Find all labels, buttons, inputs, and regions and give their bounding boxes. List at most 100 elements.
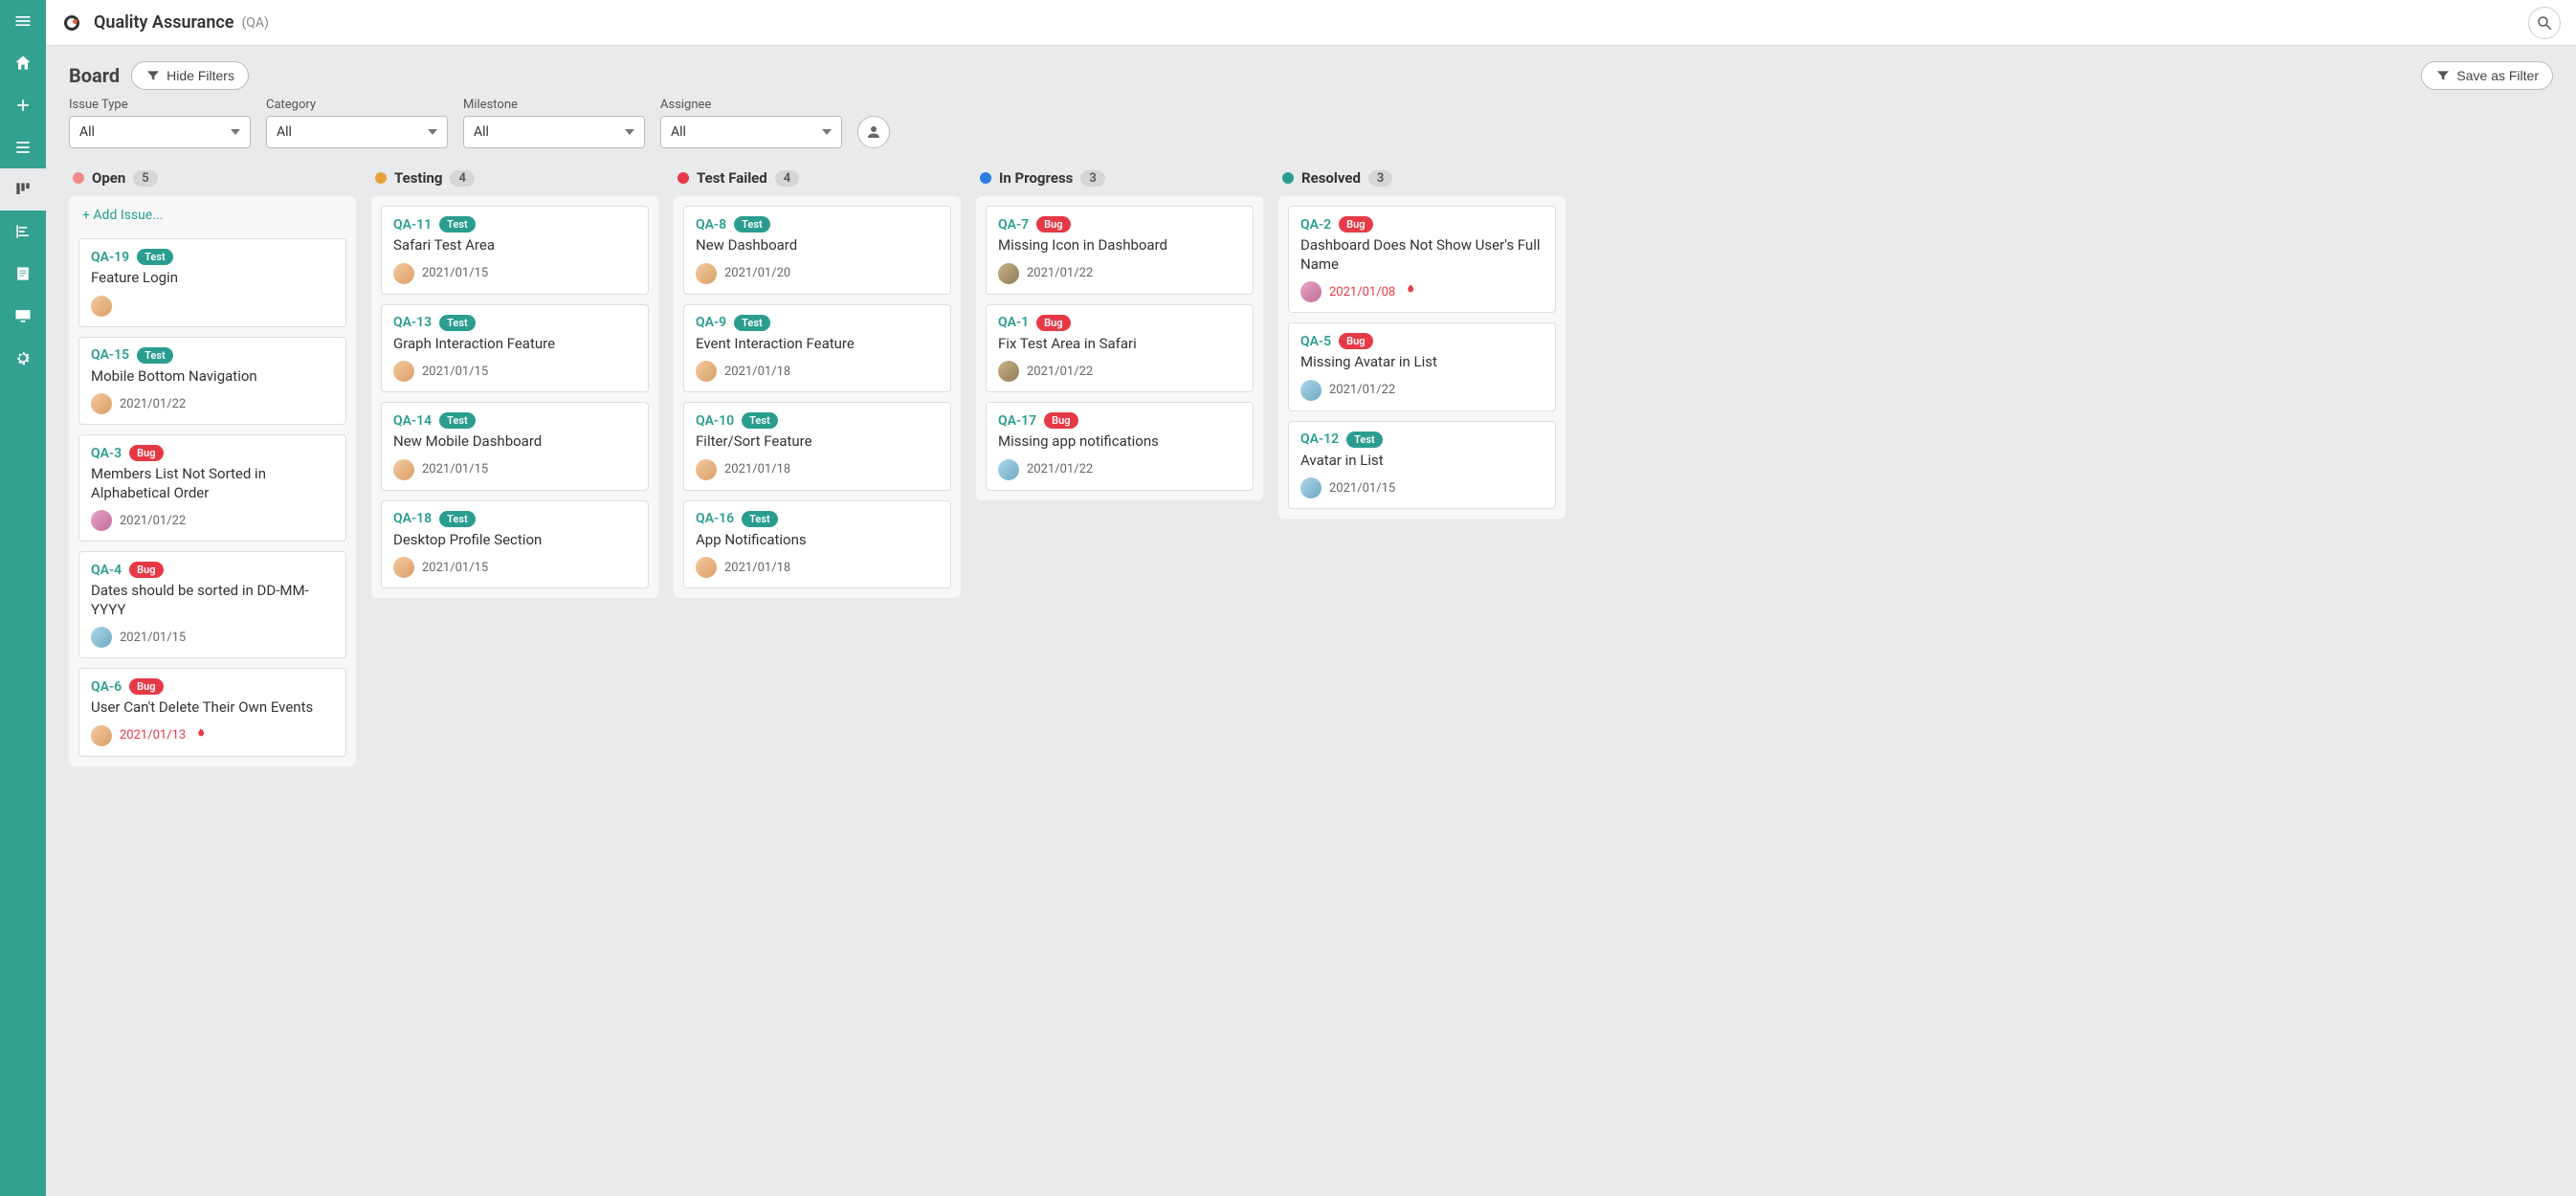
issue-card[interactable]: QA-14TestNew Mobile Dashboard2021/01/15	[381, 402, 649, 491]
issue-card[interactable]: QA-19TestFeature Login	[78, 238, 346, 327]
card-tag: Bug	[1044, 412, 1077, 429]
card-tag: Test	[742, 412, 778, 429]
search-icon	[2536, 14, 2553, 32]
card-date: 2021/01/15	[422, 561, 488, 575]
card-key: QA-16	[696, 511, 734, 526]
filter-value-milestone: All	[474, 124, 489, 140]
assignee-avatar	[393, 557, 414, 578]
user-icon	[865, 123, 882, 141]
card-date: 2021/01/15	[120, 631, 186, 645]
filter-plus-icon	[2435, 68, 2451, 83]
card-date: 2021/01/15	[1329, 481, 1395, 496]
status-dot-icon	[1282, 172, 1294, 184]
card-date: 2021/01/18	[724, 365, 790, 379]
issue-card[interactable]: QA-13TestGraph Interaction Feature2021/0…	[381, 304, 649, 393]
issue-card[interactable]: QA-6BugUser Can't Delete Their Own Event…	[78, 668, 346, 757]
issue-card[interactable]: QA-18TestDesktop Profile Section2021/01/…	[381, 500, 649, 589]
card-title: Mobile Bottom Navigation	[91, 367, 334, 387]
column-count: 4	[450, 170, 474, 187]
filter-bar: Issue Type All Category All Milestone	[69, 98, 2553, 148]
filter-select-category[interactable]: All	[266, 116, 448, 148]
card-title: Safari Test Area	[393, 236, 636, 255]
filter-value-assignee: All	[671, 124, 686, 140]
card-tag: Bug	[129, 445, 163, 461]
flame-icon	[1403, 283, 1416, 300]
save-filter-button[interactable]: Save as Filter	[2421, 61, 2553, 90]
card-title: Desktop Profile Section	[393, 531, 636, 550]
filter-select-assignee[interactable]: All	[660, 116, 842, 148]
assignee-avatar	[696, 557, 717, 578]
column-body: QA-8TestNew Dashboard2021/01/20 QA-9TestE…	[674, 196, 961, 598]
chevron-down-icon	[428, 129, 437, 135]
issue-card[interactable]: QA-2BugDashboard Does Not Show User's Fu…	[1288, 206, 1556, 313]
card-title: Filter/Sort Feature	[696, 432, 939, 452]
issue-card[interactable]: QA-1BugFix Test Area in Safari2021/01/22	[986, 304, 1254, 393]
assignee-avatar	[696, 459, 717, 480]
board-icon[interactable]	[0, 168, 46, 210]
issue-card[interactable]: QA-4BugDates should be sorted in DD-MM-Y…	[78, 551, 346, 658]
status-dot-icon	[677, 172, 689, 184]
assignee-avatar	[91, 510, 112, 531]
issue-card[interactable]: QA-15TestMobile Bottom Navigation2021/01…	[78, 337, 346, 426]
settings-icon[interactable]	[0, 337, 46, 379]
add-icon[interactable]	[0, 84, 46, 126]
home-icon[interactable]	[0, 42, 46, 84]
search-button[interactable]	[2528, 7, 2561, 39]
card-key: QA-13	[393, 315, 432, 330]
hide-filters-button[interactable]: Hide Filters	[131, 61, 249, 90]
filter-me-button[interactable]	[857, 116, 890, 148]
filter-select-milestone[interactable]: All	[463, 116, 645, 148]
issue-card[interactable]: QA-5BugMissing Avatar in List2021/01/22	[1288, 322, 1556, 411]
menu-icon[interactable]	[0, 0, 46, 42]
assignee-avatar	[1300, 281, 1321, 302]
board-column: Resolved3 QA-2BugDashboard Does Not Show …	[1278, 166, 1566, 519]
issue-card[interactable]: QA-16TestApp Notifications2021/01/18	[683, 500, 951, 589]
filter-label-category: Category	[266, 98, 448, 112]
gantt-icon[interactable]	[0, 210, 46, 253]
card-key: QA-10	[696, 413, 734, 429]
add-issue-button[interactable]: + Add Issue...	[78, 206, 346, 229]
card-tag: Bug	[1036, 216, 1070, 233]
card-key: QA-5	[1300, 334, 1331, 349]
card-date: 2021/01/22	[120, 397, 186, 411]
card-key: QA-19	[91, 250, 129, 265]
card-title: Graph Interaction Feature	[393, 335, 636, 354]
filter-icon	[145, 68, 161, 83]
assignee-avatar	[696, 361, 717, 382]
issue-card[interactable]: QA-10TestFilter/Sort Feature2021/01/18	[683, 402, 951, 491]
card-tag: Test	[137, 249, 173, 265]
status-dot-icon	[375, 172, 387, 184]
monitor-icon[interactable]	[0, 295, 46, 337]
assignee-avatar	[91, 725, 112, 746]
issue-card[interactable]: QA-9TestEvent Interaction Feature2021/01…	[683, 304, 951, 393]
issue-card[interactable]: QA-11TestSafari Test Area2021/01/15	[381, 206, 649, 295]
issue-card[interactable]: QA-7BugMissing Icon in Dashboard2021/01/…	[986, 206, 1254, 295]
card-title: New Dashboard	[696, 236, 939, 255]
global-sidebar	[0, 0, 46, 1196]
card-key: QA-8	[696, 217, 726, 233]
assignee-avatar	[393, 459, 414, 480]
card-title: New Mobile Dashboard	[393, 432, 636, 452]
issue-card[interactable]: QA-12TestAvatar in List2021/01/15	[1288, 421, 1556, 510]
card-date: 2021/01/08	[1329, 285, 1395, 299]
assignee-avatar	[998, 459, 1019, 480]
card-title: Avatar in List	[1300, 452, 1543, 471]
filter-value-category: All	[277, 124, 292, 140]
wiki-icon[interactable]	[0, 253, 46, 295]
board-column: Open5+ Add Issue...QA-19TestFeature Logi…	[69, 166, 356, 766]
card-key: QA-7	[998, 217, 1029, 233]
card-tag: Test	[742, 511, 778, 527]
list-icon[interactable]	[0, 126, 46, 168]
issue-card[interactable]: QA-8TestNew Dashboard2021/01/20	[683, 206, 951, 295]
card-key: QA-3	[91, 446, 122, 461]
card-key: QA-6	[91, 679, 122, 695]
filter-select-issuetype[interactable]: All	[69, 116, 251, 148]
chevron-down-icon	[822, 129, 832, 135]
issue-card[interactable]: QA-17BugMissing app notifications2021/01…	[986, 402, 1254, 491]
column-header: Resolved3	[1278, 166, 1566, 196]
issue-card[interactable]: QA-3BugMembers List Not Sorted in Alphab…	[78, 434, 346, 542]
card-tag: Test	[1346, 432, 1383, 448]
card-title: Dates should be sorted in DD-MM-YYYY	[91, 582, 334, 619]
card-tag: Bug	[129, 562, 163, 578]
card-title: Missing Icon in Dashboard	[998, 236, 1241, 255]
